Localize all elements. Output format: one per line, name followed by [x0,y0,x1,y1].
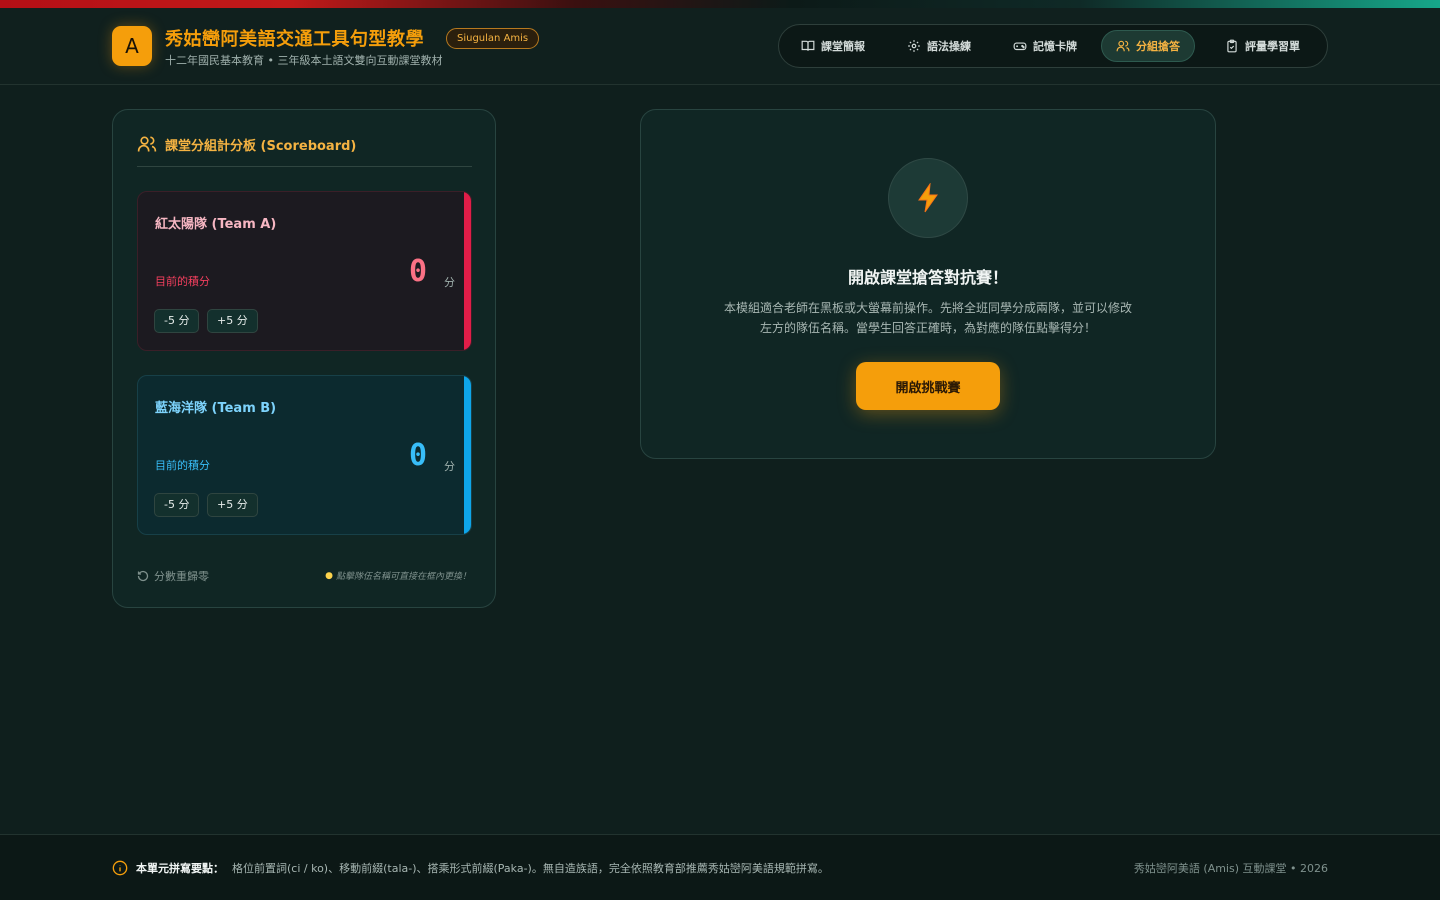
team-b-minus-button[interactable]: -5 分 [154,493,200,517]
team-a-minus-button[interactable]: -5 分 [154,309,200,333]
scoreboard-title: 課堂分組計分板 (Scoreboard) [137,134,356,154]
team-a-score-unit: 分 [444,276,455,289]
team-b-card: 藍海洋隊 (Team B) 目前的積分 0 分 -5 分 +5 分 [137,375,472,535]
app-subtitle: 十二年國民基本教育 • 三年級本土語文雙向互動課堂教材 [165,54,443,67]
bolt-badge [888,158,968,238]
tab-grammar[interactable]: 語法操練 [893,30,985,62]
rename-tip: ● 點擊隊伍名稱可直接在框內更換！ [325,569,471,583]
team-a-name[interactable]: 紅太陽隊 (Team A) [155,213,276,232]
team-b-plus-button[interactable]: +5 分 [207,493,258,517]
start-challenge-button[interactable]: 開啟挑戰賽 [856,362,1000,410]
tab-label: 記憶卡牌 [1033,40,1077,53]
lightbulb-icon: ● [325,570,333,581]
tip-text: 點擊隊伍名稱可直接在框內更換！ [335,572,471,582]
app-title: 秀姑巒阿美語交通工具句型教學 [165,29,424,50]
tab-label: 語法操練 [927,40,971,53]
tab-worksheet[interactable]: 評量學習單 [1211,30,1314,62]
tab-label: 課堂簡報 [821,40,865,53]
tab-group-quiz[interactable]: 分組搶答 [1101,30,1195,62]
tab-label: 分組搶答 [1136,40,1180,53]
team-b-score: 0 [408,438,427,473]
challenge-description: 本模組適合老師在黑板或大螢幕前操作。先將全班同學分成兩隊，並可以修改 左方的隊伍… [686,298,1170,338]
team-b-score-label: 目前的積分 [155,459,210,472]
tab-label: 評量學習單 [1245,40,1300,53]
challenge-title: 開啟課堂搶答對抗賽！ [847,268,1008,287]
app-logo[interactable]: A [112,26,152,66]
gamepad-icon [1013,42,1027,51]
team-a-stripe [464,192,471,350]
team-a-plus-button[interactable]: +5 分 [207,309,258,333]
team-a-score: 0 [408,254,427,289]
users-icon [1116,40,1130,52]
team-b-score-unit: 分 [444,460,455,473]
book-icon [801,40,815,51]
reset-label: 分數重歸零 [154,570,209,583]
tab-memory-cards[interactable]: 記憶卡牌 [999,30,1091,62]
users-icon [137,136,157,152]
info-icon [112,860,128,876]
footer-text: 格位前置詞(ci / ko)、移動前綴(tala-)、搭乘形式前綴(Paka-)… [232,862,829,875]
language-badge: Siugulan Amis [446,28,540,49]
gear-icon [908,40,920,52]
refresh-icon [137,570,149,582]
challenge-desc-line-1: 本模組適合老師在黑板或大螢幕前操作。先將全班同學分成兩隊，並可以修改 [723,301,1132,315]
challenge-panel: 開啟課堂搶答對抗賽！ 本模組適合老師在黑板或大螢幕前操作。先將全班同學分成兩隊，… [640,109,1216,459]
scoreboard-panel: 課堂分組計分板 (Scoreboard) 紅太陽隊 (Team A) 目前的積分… [112,109,496,608]
team-a-score-label: 目前的積分 [155,275,210,288]
footer-copyright: 秀姑巒阿美語 (Amis) 互動課堂 • 2026 [1133,862,1328,875]
lightning-icon [918,183,938,213]
footer-key: 本單元拼寫要點： [136,862,224,875]
divider [137,166,472,167]
team-b-name[interactable]: 藍海洋隊 (Team B) [155,397,276,416]
clipboard-icon [1227,39,1237,53]
top-gradient-bar [0,0,1440,8]
tab-slides[interactable]: 課堂簡報 [787,30,879,62]
app-header: A 秀姑巒阿美語交通工具句型教學 Siugulan Amis 十二年國民基本教育… [0,8,1440,85]
app-footer: 本單元拼寫要點： 格位前置詞(ci / ko)、移動前綴(tala-)、搭乘形式… [0,834,1440,900]
main-nav: 課堂簡報 語法操練 記憶卡牌 分組搶答 評量學習單 [778,24,1328,68]
challenge-desc-line-2: 左方的隊伍名稱。當學生回答正確時，為對應的隊伍點擊得分！ [759,321,1096,335]
team-a-card: 紅太陽隊 (Team A) 目前的積分 0 分 -5 分 +5 分 [137,191,472,351]
team-b-stripe [464,376,471,534]
footer-note: 本單元拼寫要點： 格位前置詞(ci / ko)、移動前綴(tala-)、搭乘形式… [112,860,829,876]
reset-scores-button[interactable]: 分數重歸零 [137,568,209,584]
scoreboard-title-text: 課堂分組計分板 (Scoreboard) [165,138,357,154]
